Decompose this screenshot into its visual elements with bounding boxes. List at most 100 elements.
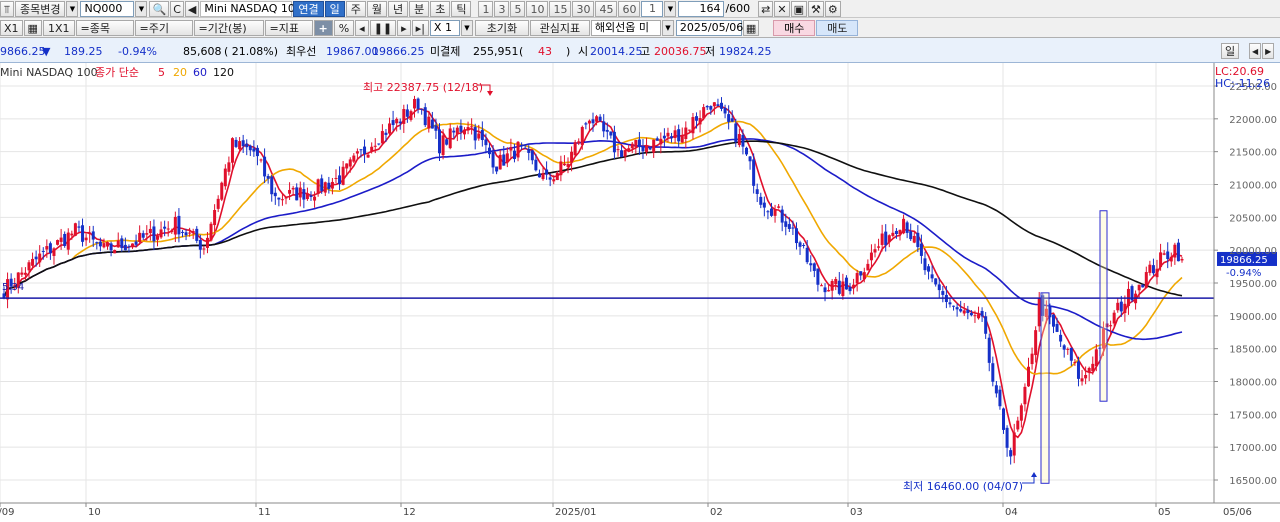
period-bars-button[interactable]: =기간(봉): [193, 19, 264, 36]
period-60[interactable]: 60: [618, 0, 641, 17]
buy-button[interactable]: 매수: [773, 19, 816, 36]
symbol-code-input[interactable]: NQ000: [80, 0, 135, 17]
legend-ma-label: 종가 단순: [95, 66, 139, 79]
candle-body: [459, 125, 463, 132]
item-button[interactable]: =종목: [75, 19, 134, 36]
reset-button[interactable]: 초기화: [474, 19, 529, 36]
candle-body: [605, 129, 609, 132]
candle-body: [138, 232, 142, 242]
candle-body: [652, 139, 656, 153]
candle-body: [844, 277, 848, 290]
candle-body: [648, 146, 652, 150]
plus-button[interactable]: +: [313, 19, 333, 36]
candle-body: [819, 285, 823, 287]
candle-body: [184, 232, 188, 236]
best-bid: 19867.00: [326, 44, 379, 58]
sell-button[interactable]: 매도: [816, 19, 859, 36]
candle-body: [205, 237, 209, 248]
period-3[interactable]: 3: [494, 0, 510, 17]
candle-body: [509, 147, 513, 151]
layout-1x1-button[interactable]: 1X1: [42, 19, 75, 36]
candle-body: [345, 163, 349, 169]
market-dropdown-icon[interactable]: ▼: [661, 19, 674, 36]
settings-gear-icon[interactable]: ⚙: [824, 0, 841, 17]
price-tick-label: 17500.00: [1229, 410, 1277, 421]
price-tick-label: 20000.00: [1229, 246, 1277, 257]
date-input[interactable]: 2025/05/06: [675, 19, 743, 36]
candle-body: [948, 302, 952, 305]
candle-body: [984, 316, 988, 334]
candle-body: [473, 127, 477, 141]
candlestick-chart[interactable]: 19866.25-0.94% 16500.0017000.0017500.001…: [0, 63, 1280, 519]
percent-button[interactable]: %: [333, 19, 355, 36]
play-icon[interactable]: ▸: [397, 19, 411, 36]
pin-icon[interactable]: ⫪: [0, 0, 14, 17]
symbol-change-button[interactable]: 종목변경: [15, 0, 66, 17]
symbol-dropdown-icon[interactable]: ▼: [66, 0, 79, 17]
candle-body: [902, 218, 906, 234]
scroll-first-icon[interactable]: ◂: [355, 19, 369, 36]
search-icon[interactable]: 🔍: [149, 0, 170, 17]
period-45[interactable]: 45: [595, 0, 618, 17]
candle-body: [977, 314, 981, 319]
period-dropdown-icon[interactable]: ▼: [664, 0, 677, 17]
candle-body: [416, 98, 420, 109]
sound-icon[interactable]: ◀: [184, 0, 200, 17]
bar-count-input[interactable]: 164: [678, 0, 725, 17]
tab-tick[interactable]: 틱: [451, 0, 472, 17]
code-dropdown-icon[interactable]: ▼: [135, 0, 148, 17]
scroll-left-icon[interactable]: ◀: [1249, 43, 1262, 59]
save-icon[interactable]: ▣: [790, 0, 808, 17]
candle-body: [620, 150, 624, 158]
candle-body: [748, 156, 752, 162]
candle-body: [1066, 348, 1070, 350]
candle-body: [848, 286, 852, 292]
tab-yearly[interactable]: 년: [387, 0, 409, 17]
tab-second[interactable]: 초: [430, 0, 451, 17]
period-1[interactable]: 1: [478, 0, 494, 17]
calc-icon[interactable]: C: [170, 0, 184, 17]
candle-body: [923, 258, 927, 271]
scroll-last-icon[interactable]: ▸|: [411, 19, 429, 36]
period-30[interactable]: 30: [572, 0, 595, 17]
candle-body: [31, 258, 35, 266]
tool-icon[interactable]: ⚒: [808, 0, 824, 17]
cycle-button[interactable]: =주기: [134, 19, 193, 36]
candle-body: [20, 272, 24, 275]
period-5[interactable]: 5: [510, 0, 526, 17]
grid-icon[interactable]: ▦: [23, 19, 42, 36]
candle-body: [698, 117, 702, 125]
scroll-right-icon[interactable]: ▶: [1262, 43, 1275, 59]
candle-body: [784, 221, 788, 227]
open-interest-label: 미결제: [430, 45, 461, 58]
zoom-dropdown-icon[interactable]: ▼: [460, 19, 473, 36]
legend-name: Mini NASDAQ 100: [0, 66, 98, 79]
low-annotation: 최저 16460.00 (04/07): [903, 480, 1023, 493]
candle-body: [359, 149, 363, 151]
candle-body: [188, 232, 192, 234]
tab-linked[interactable]: 연결: [293, 0, 324, 17]
candle-body: [716, 104, 720, 106]
pause-icon[interactable]: ❚❚: [369, 19, 397, 36]
period-10[interactable]: 10: [526, 0, 549, 17]
layout-x1-button[interactable]: X1: [0, 19, 23, 36]
candle-body: [466, 127, 470, 131]
candle-body: [363, 146, 367, 155]
tab-weekly[interactable]: 주: [345, 0, 366, 17]
indicator-button[interactable]: =지표: [264, 19, 313, 36]
price-chart[interactable]: 19866.25 -0.94% 16500.00 17000.00 17500.00 1…: [0, 63, 1280, 519]
zoom-multiplier[interactable]: X 1: [429, 19, 460, 36]
market-select[interactable]: 해외선옵 미: [590, 19, 661, 36]
period-input[interactable]: 1: [641, 0, 664, 17]
candle-body: [502, 154, 506, 166]
period-15[interactable]: 15: [549, 0, 572, 17]
tab-monthly[interactable]: 월: [366, 0, 387, 17]
candle-body: [170, 230, 174, 233]
candle-body: [159, 229, 163, 238]
tab-daily[interactable]: 일: [324, 0, 345, 17]
link-icon[interactable]: ⇄: [758, 0, 774, 17]
arrows-icon[interactable]: ✕: [774, 0, 790, 17]
tab-minute[interactable]: 분: [409, 0, 430, 17]
interest-indicator-button[interactable]: 관심지표: [529, 19, 590, 36]
calendar-icon[interactable]: ▦: [742, 19, 760, 36]
